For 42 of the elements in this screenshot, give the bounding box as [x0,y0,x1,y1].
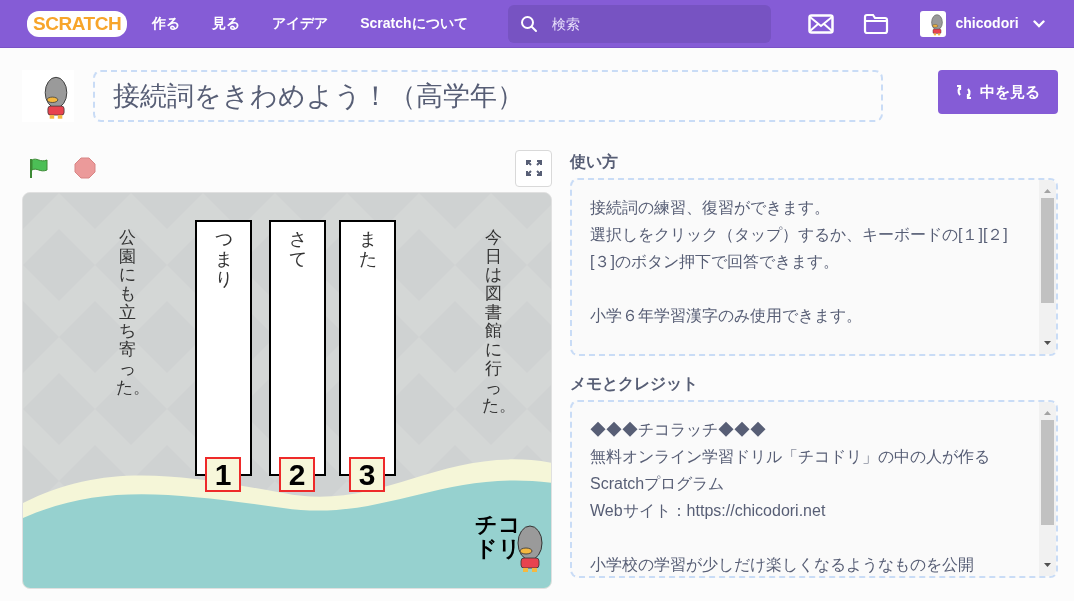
sentence-text: 今日は図書館に行った。 [482,229,505,416]
description-text: ◆◆◆チコラッチ◆◆◆ [590,420,767,440]
game-stage[interactable]: 今日は図書館に行った。 公園にも立ち寄った。 つまり 1 さて 2 また 3 チコ ドリ [22,192,552,589]
description-text: Webサイト：https://chicodori.net [590,501,827,521]
section-heading: 使い方 [570,152,619,172]
section-heading: メモとクレジット [570,374,699,394]
nav-link[interactable]: 作る [152,13,181,34]
fullscreen-button[interactable] [515,149,552,187]
title-field[interactable]: 接続詞をきわめよう！（高学年） [93,70,883,122]
nav-link[interactable]: Scratchについて [360,13,468,34]
search-icon [519,14,538,33]
choice-text: さて [288,230,307,270]
scrollbar[interactable] [1039,402,1056,576]
description-text: 無料オンライン学習ドリル「チコドリ」の中の人が作るScratchプログラム [590,447,991,494]
description-box[interactable]: 接続詞の練習、復習ができます。 選択しをクリック（タップ）するか、キーボードの[１][２][３]のボタン押下で回答できます。 小学６年学習漢字のみ使用できます。 [570,178,1058,356]
number-badge[interactable]: 2 [279,457,315,492]
nav-link[interactable]: 見る [212,13,241,34]
switch-icon [956,84,972,100]
folder-icon[interactable] [862,12,889,35]
caret-icon[interactable] [1032,19,1045,28]
stop-icon[interactable] [74,157,96,179]
flag-icon[interactable] [28,157,50,179]
number-badge[interactable]: 1 [205,457,241,492]
description-text: 接続詞の練習、復習ができます。 [590,198,831,218]
user-avatar[interactable] [919,10,946,37]
number-badge[interactable]: 3 [349,457,385,492]
description-text: 小学校の学習が少しだけ楽しくなるようなものを公開 [590,555,975,575]
nav-link[interactable]: アイデア [272,13,329,34]
fullscreen-icon [525,160,542,176]
see-inside-button[interactable]: 中を見る [938,70,1058,114]
choice-text: また [358,230,377,270]
logo-text: ドリ [475,537,521,561]
choice-text: つまり [214,230,233,290]
mail-icon[interactable] [807,13,834,34]
search-field[interactable]: 検索 [507,4,771,43]
sentence-text: 公園にも立ち寄った。 [116,229,139,398]
description-text: 選択しをクリック（タップ）するか、キーボードの[１][２][３]のボタン押下で回答できます。 [590,225,1009,272]
scrollbar[interactable] [1039,180,1056,354]
username-link[interactable]: chicodori [955,13,1019,34]
description-text: 小学６年学習漢字のみ使用できます。 [590,306,863,326]
description-box[interactable]: ◆◆◆チコラッチ◆◆◆ 無料オンライン学習ドリル「チコドリ」の中の人が作るScratchプログラム Webサイト：https://chicodori.net 小学校の学習が少しだけ楽しくなるようなものを公開 [570,400,1058,578]
logo-text: チコ [475,513,521,537]
